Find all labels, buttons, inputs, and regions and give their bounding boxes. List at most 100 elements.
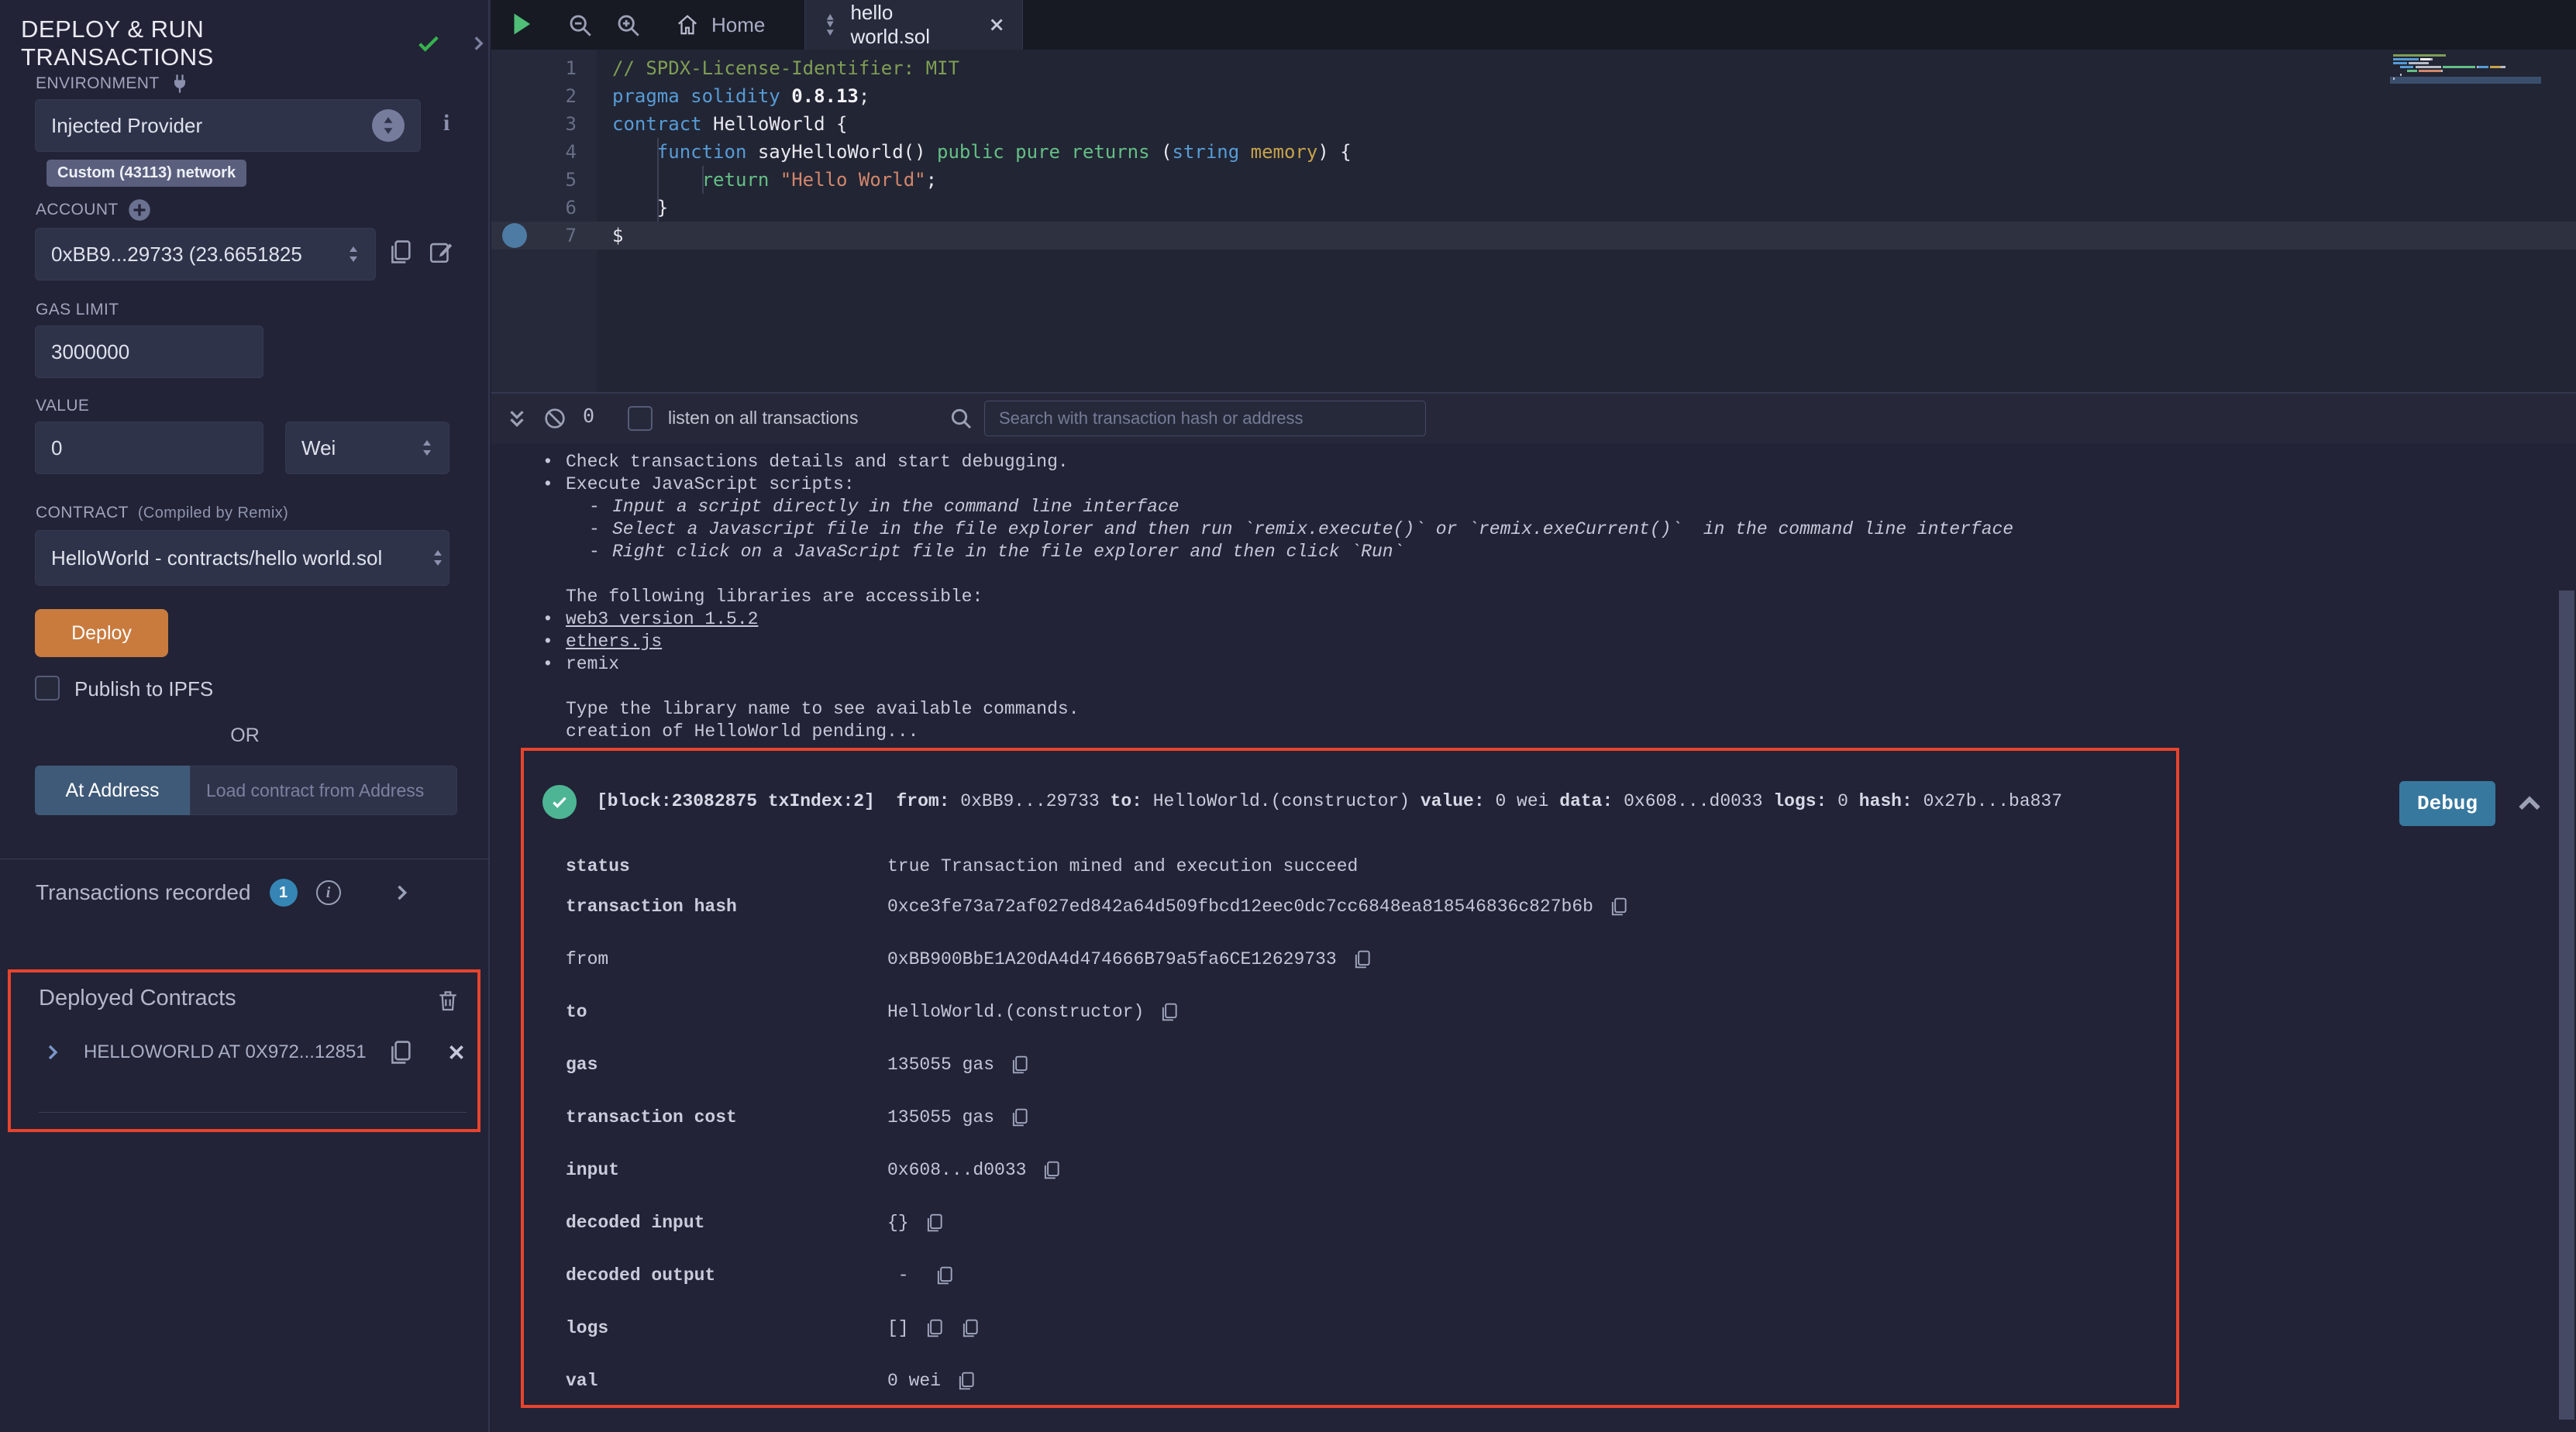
account-select[interactable]: 0xBB9...29733 (23.6651825 (35, 228, 376, 281)
tx-summary-segment: value: (1421, 791, 1496, 811)
code-line: 1// SPDX-License-Identifier: MIT (491, 54, 2576, 82)
minimap[interactable] (2393, 54, 2536, 147)
debug-button[interactable]: Debug (2399, 781, 2495, 826)
trash-icon[interactable] (436, 988, 460, 1013)
code-line: 7$ (491, 222, 2576, 250)
deploy-button[interactable]: Deploy (35, 609, 168, 657)
spinner-icon (421, 438, 433, 458)
copy-icon[interactable] (1010, 1107, 1030, 1127)
code-editor[interactable]: 1// SPDX-License-Identifier: MIT2pragma … (491, 50, 2576, 392)
tx-summary[interactable]: [block:23082875 txIndex:2] from: 0xBB9..… (597, 791, 2062, 811)
copy-icon[interactable] (1159, 1002, 1180, 1022)
deployed-contracts-annotation-box: Deployed Contracts HELLOWORLD AT 0X972..… (8, 969, 480, 1132)
gas-limit-label: GAS LIMIT (36, 301, 119, 319)
line-number: 7 (491, 222, 577, 250)
bullet: - (589, 496, 612, 518)
sign-message-icon[interactable] (428, 239, 454, 265)
network-badge: Custom (43113) network (46, 160, 246, 187)
solidity-icon (822, 12, 838, 37)
unit-select[interactable]: Wei (285, 422, 449, 474)
zoom-out-icon[interactable] (567, 12, 594, 39)
terminal-line: -Select a Javascript file in the file ex… (589, 518, 2013, 541)
deployed-contract-item[interactable]: HELLOWORLD AT 0X972...12851 (B (43, 1039, 467, 1065)
terminal-search-input[interactable] (999, 408, 1411, 429)
environment-value: Injected Provider (51, 114, 202, 138)
code-text: function sayHelloWorld() public pure ret… (612, 138, 1352, 166)
code-text: pragma solidity 0.8.13; (612, 82, 870, 110)
expand-terminal-icon[interactable] (505, 404, 529, 432)
copy-icon[interactable] (1609, 897, 1629, 917)
terminal-text: Check transactions details and start deb… (566, 452, 1069, 472)
environment-label: ENVIRONMENT (36, 73, 191, 95)
copy-icon[interactable] (960, 1318, 980, 1338)
transactions-recorded-label: Transactions recorded (36, 880, 251, 905)
compile-success-check-icon (415, 30, 442, 57)
tx-row-label: val (566, 1369, 598, 1392)
copy-icon[interactable] (1042, 1160, 1062, 1180)
line-number: 5 (491, 166, 577, 194)
value-input[interactable] (51, 436, 247, 460)
close-tab-icon[interactable] (988, 15, 1005, 34)
copy-icon[interactable] (956, 1371, 976, 1391)
tab-home[interactable]: Home (659, 0, 782, 50)
tab-hello-world-sol[interactable]: hello world.sol (804, 0, 1023, 50)
terminal-text: Execute JavaScript scripts: (566, 474, 855, 494)
copy-icon[interactable] (925, 1318, 945, 1338)
listen-all-transactions-checkbox[interactable] (628, 406, 653, 431)
at-address-button[interactable]: At Address (35, 766, 190, 815)
gas-limit-field (35, 325, 263, 378)
tx-success-icon (542, 785, 577, 819)
at-address-input[interactable] (206, 780, 441, 801)
bullet: • (542, 653, 566, 676)
add-account-icon[interactable] (128, 198, 151, 222)
terminal-link[interactable]: ethers.js (566, 632, 662, 652)
copy-icon[interactable] (1010, 1055, 1030, 1075)
tx-row-label: status (566, 855, 630, 878)
expand-transactions-icon[interactable] (391, 882, 412, 904)
terminal-link[interactable]: web3 version 1.5.2 (566, 609, 758, 629)
transaction-details-annotation-box: [block:23082875 txIndex:2] from: 0xBB9..… (521, 748, 2179, 1408)
tx-row: transaction cost135055 gas (524, 1106, 2176, 1129)
tx-row-value: HelloWorld.(constructor) (887, 1000, 1180, 1024)
line-number: 3 (491, 110, 577, 138)
tx-row-value: {} (887, 1211, 945, 1234)
line-number: 1 (491, 54, 577, 82)
code-line: 4 function sayHelloWorld() public pure r… (491, 138, 2576, 166)
close-contract-icon[interactable] (446, 1042, 467, 1062)
minimap-line (2393, 66, 2536, 69)
contract-select[interactable]: HelloWorld - contracts/hello world.sol (35, 530, 449, 586)
copy-account-icon[interactable] (387, 239, 414, 265)
vertical-scrollbar[interactable] (2559, 590, 2574, 1420)
pending-tx-count: 0 (583, 404, 594, 427)
zoom-in-icon[interactable] (615, 12, 642, 39)
environment-info-icon[interactable]: i (443, 110, 449, 136)
minimap-line (2393, 54, 2536, 57)
terminal-line (542, 563, 566, 586)
collapse-tx-icon[interactable] (2514, 789, 2545, 820)
environment-select[interactable]: Injected Provider (35, 99, 421, 152)
code-line: 6 } (491, 194, 2576, 222)
expand-contract-icon[interactable] (43, 1043, 62, 1062)
panel-header: DEPLOY & RUN TRANSACTIONS (21, 15, 488, 71)
info-icon[interactable]: i (316, 880, 341, 905)
copy-contract-icon[interactable] (387, 1039, 414, 1065)
clear-console-icon[interactable] (542, 406, 567, 431)
tx-summary-segment: 0x27b...ba837 (1923, 791, 2062, 811)
chevron-right-icon[interactable] (468, 33, 488, 53)
tx-row: from0xBB900BbE1A20dA4d474666B79a5fa6CE12… (524, 948, 2176, 971)
run-script-icon[interactable] (507, 9, 536, 39)
bullet: - (589, 541, 612, 563)
terminal-text: remix (566, 654, 619, 674)
tx-row-label: input (566, 1158, 619, 1182)
tx-row: decoded output - (524, 1264, 2176, 1287)
copy-icon[interactable] (1352, 949, 1372, 969)
gas-limit-input[interactable] (51, 340, 247, 364)
code-line: 2pragma solidity 0.8.13; (491, 82, 2576, 110)
publish-ipfs-checkbox[interactable] (35, 676, 60, 701)
deployed-contracts-title: Deployed Contracts (39, 986, 236, 1011)
tx-row-label: logs (566, 1317, 608, 1340)
copy-icon[interactable] (935, 1265, 955, 1286)
tx-summary-segment: data: (1559, 791, 1624, 811)
copy-icon[interactable] (925, 1213, 945, 1233)
terminal-line: The following libraries are accessible: (542, 586, 983, 608)
